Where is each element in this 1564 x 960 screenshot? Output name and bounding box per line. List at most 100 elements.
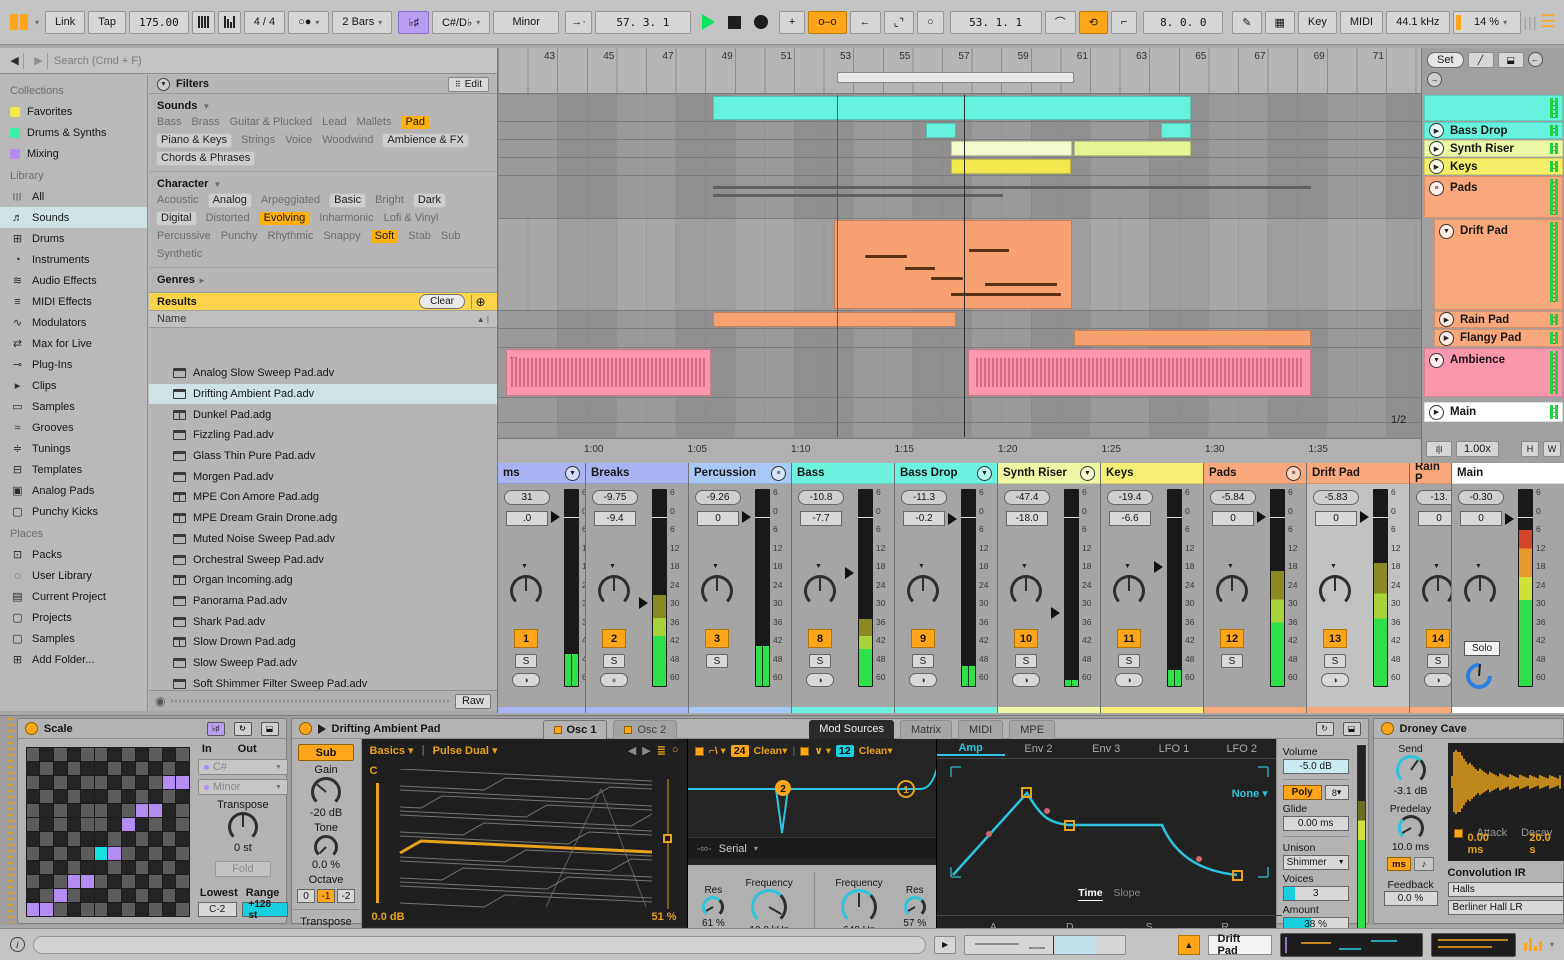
scale-grid-cell[interactable] xyxy=(121,902,135,916)
fade-button[interactable]: ⌒ xyxy=(1044,10,1076,34)
metronome-button[interactable]: ○● ▾ xyxy=(288,10,330,34)
mixer-strip-synth-riser[interactable]: Synth Riser ▼ -47.4 -18.0 6 0 6 12 18 24 30 36 42 48 6… xyxy=(998,463,1101,713)
arrangement-clip[interactable] xyxy=(968,349,1311,396)
scale-grid-cell[interactable] xyxy=(94,818,108,832)
sidebar-place-user-library[interactable]: ◌ User Library xyxy=(0,565,147,586)
filter-tag-evolving[interactable]: Evolving xyxy=(259,212,310,225)
wavetable-menu[interactable]: Pulse Dual ▾ xyxy=(433,744,498,757)
nudge-down-icon[interactable] xyxy=(191,10,215,34)
pan-knob[interactable] xyxy=(1216,575,1248,607)
tone-knob[interactable] xyxy=(314,835,339,859)
glide-value[interactable]: 0.00 ms xyxy=(1282,816,1349,831)
filter-tag-percussive[interactable]: Percussive xyxy=(157,230,211,243)
filter-routing-menu[interactable]: -∞- Serial ▾ xyxy=(687,837,941,859)
arm-midi-button[interactable]: ◑ xyxy=(1321,673,1349,687)
scale-grid-cell[interactable] xyxy=(81,804,94,818)
scale-grid-cell[interactable] xyxy=(176,748,189,762)
ir-category-select[interactable]: Halls xyxy=(1447,882,1564,897)
mixer-track-title[interactable]: Synth Riser ▼ xyxy=(998,463,1100,484)
scale-grid-cell[interactable] xyxy=(121,832,135,846)
mixer-track-title[interactable]: Breaks xyxy=(586,463,688,484)
scale-grid-cell[interactable] xyxy=(67,762,81,776)
sounds-filter-label[interactable]: Sounds ▼ xyxy=(149,94,497,114)
scale-grid-cell[interactable] xyxy=(40,874,54,888)
punch-button[interactable]: ⌐ xyxy=(1110,10,1138,34)
env-tab-env-3[interactable]: Env 3 xyxy=(1072,743,1140,755)
pan-knob[interactable] xyxy=(1422,575,1451,607)
filter-tag-bright[interactable]: Bright xyxy=(375,194,404,207)
volume-field[interactable]: -7.7 xyxy=(800,511,842,526)
scale-grid-cell[interactable] xyxy=(108,790,121,804)
scale-grid-cell[interactable] xyxy=(135,818,149,832)
scale-grid-cell[interactable] xyxy=(94,776,108,790)
scale-grid-cell[interactable] xyxy=(81,860,94,874)
list-item[interactable]: Analog Slow Sweep Pad.adv xyxy=(149,363,497,384)
scale-grid-cell[interactable] xyxy=(94,748,108,762)
predelay-sync-button[interactable]: ♪ xyxy=(1414,857,1435,871)
list-item[interactable]: Soft Shimmer Filter Sweep Pad.adv xyxy=(149,673,497,690)
scale-grid-cell[interactable] xyxy=(121,846,135,860)
tab-midi[interactable]: MIDI xyxy=(957,719,1004,739)
pan-knob[interactable] xyxy=(510,575,542,607)
add-filter-icon[interactable]: ⊕ xyxy=(471,294,489,309)
filter-tag-sub[interactable]: Sub xyxy=(441,230,461,243)
fold-track-icon[interactable]: ▼ xyxy=(1080,465,1095,481)
track-lane-keys[interactable] xyxy=(498,158,1421,176)
hot-swap-icon[interactable]: ↻ xyxy=(233,721,252,736)
scale-grid[interactable] xyxy=(25,747,190,917)
scale-grid-cell[interactable] xyxy=(67,748,81,762)
scale-grid-cell[interactable] xyxy=(67,888,81,902)
browser-forward-icon[interactable]: ▶ xyxy=(30,52,48,69)
track-header-synth-riser[interactable]: ▶ Synth Riser xyxy=(1424,140,1563,157)
record-button[interactable] xyxy=(749,11,773,34)
scale-grid-cell[interactable] xyxy=(162,748,176,762)
filter-tag-punchy[interactable]: Punchy xyxy=(221,230,258,243)
sidebar-place-add-folder-[interactable]: ⊞ Add Folder... xyxy=(0,649,147,670)
midi-capture-button[interactable]: + xyxy=(778,10,806,34)
scale-grid-cell[interactable] xyxy=(40,790,54,804)
track-lane-flangy-pad[interactable] xyxy=(498,329,1421,348)
scale-grid-cell[interactable] xyxy=(176,776,189,790)
filter-tag-inharmonic[interactable]: Inharmonic xyxy=(319,212,373,225)
arm-midi-button[interactable]: ◑ xyxy=(1424,673,1451,687)
solo-button[interactable]: Solo xyxy=(1464,641,1500,656)
scale-grid-cell[interactable] xyxy=(135,846,149,860)
scale-grid-cell[interactable] xyxy=(26,776,40,790)
preview-play-button[interactable]: ▶ xyxy=(934,935,956,954)
audition-icon[interactable]: ᎒|᎒ xyxy=(1426,441,1452,457)
mixer-strip-ms[interactable]: ms▼31.06061218243036424860▼1S◑ xyxy=(498,463,586,713)
mixer-track-title[interactable]: Drift Pad xyxy=(1307,463,1409,484)
filter2-res-knob[interactable] xyxy=(903,896,926,918)
scale-grid-cell[interactable] xyxy=(40,860,54,874)
sidebar-item-midi-effects[interactable]: ≡ MIDI Effects xyxy=(0,291,147,312)
prev-wave-icon[interactable]: ◀ xyxy=(628,744,636,757)
scale-grid-cell[interactable] xyxy=(81,762,94,776)
volume-fader-handle[interactable] xyxy=(742,511,751,523)
shape-value[interactable]: 51 % xyxy=(651,911,676,923)
peak-level-display[interactable]: -11.3 xyxy=(901,490,947,505)
scale-mode-select[interactable]: Minor ▼ xyxy=(197,779,288,795)
arrangement-clip[interactable] xyxy=(1074,330,1311,346)
filter-tag-snappy[interactable]: Snappy xyxy=(323,230,360,243)
performance-meter-icon[interactable] xyxy=(1523,938,1542,951)
scale-grid-cell[interactable] xyxy=(94,846,108,860)
range-value[interactable]: +128 st xyxy=(241,899,288,921)
scale-grid-cell[interactable] xyxy=(176,888,189,902)
scale-name-menu[interactable]: Minor xyxy=(493,10,560,34)
scale-grid-cell[interactable] xyxy=(121,888,135,902)
scale-grid-cell[interactable] xyxy=(81,748,94,762)
scale-grid-cell[interactable] xyxy=(40,902,54,916)
list-item[interactable]: MPE Dream Grain Drone.adg xyxy=(149,508,497,529)
device-on-icon[interactable] xyxy=(1380,722,1394,735)
track-header-flangy-pad[interactable]: ▶ Flangy Pad xyxy=(1434,329,1563,347)
scale-grid-cell[interactable] xyxy=(108,776,121,790)
ableton-logo[interactable] xyxy=(10,14,28,30)
sidebar-item-punchy-kicks[interactable]: ▢ Punchy Kicks xyxy=(0,501,147,522)
arrangement-overview[interactable] xyxy=(963,934,1127,955)
midi-map-button[interactable]: MIDI xyxy=(1339,10,1384,34)
follow-button[interactable]: →· xyxy=(565,10,592,34)
scale-grid-cell[interactable] xyxy=(54,748,67,762)
volume-field[interactable]: .0 xyxy=(506,511,548,526)
scale-grid-cell[interactable] xyxy=(54,790,67,804)
results-name-header[interactable]: Name ▲ | xyxy=(149,311,497,328)
